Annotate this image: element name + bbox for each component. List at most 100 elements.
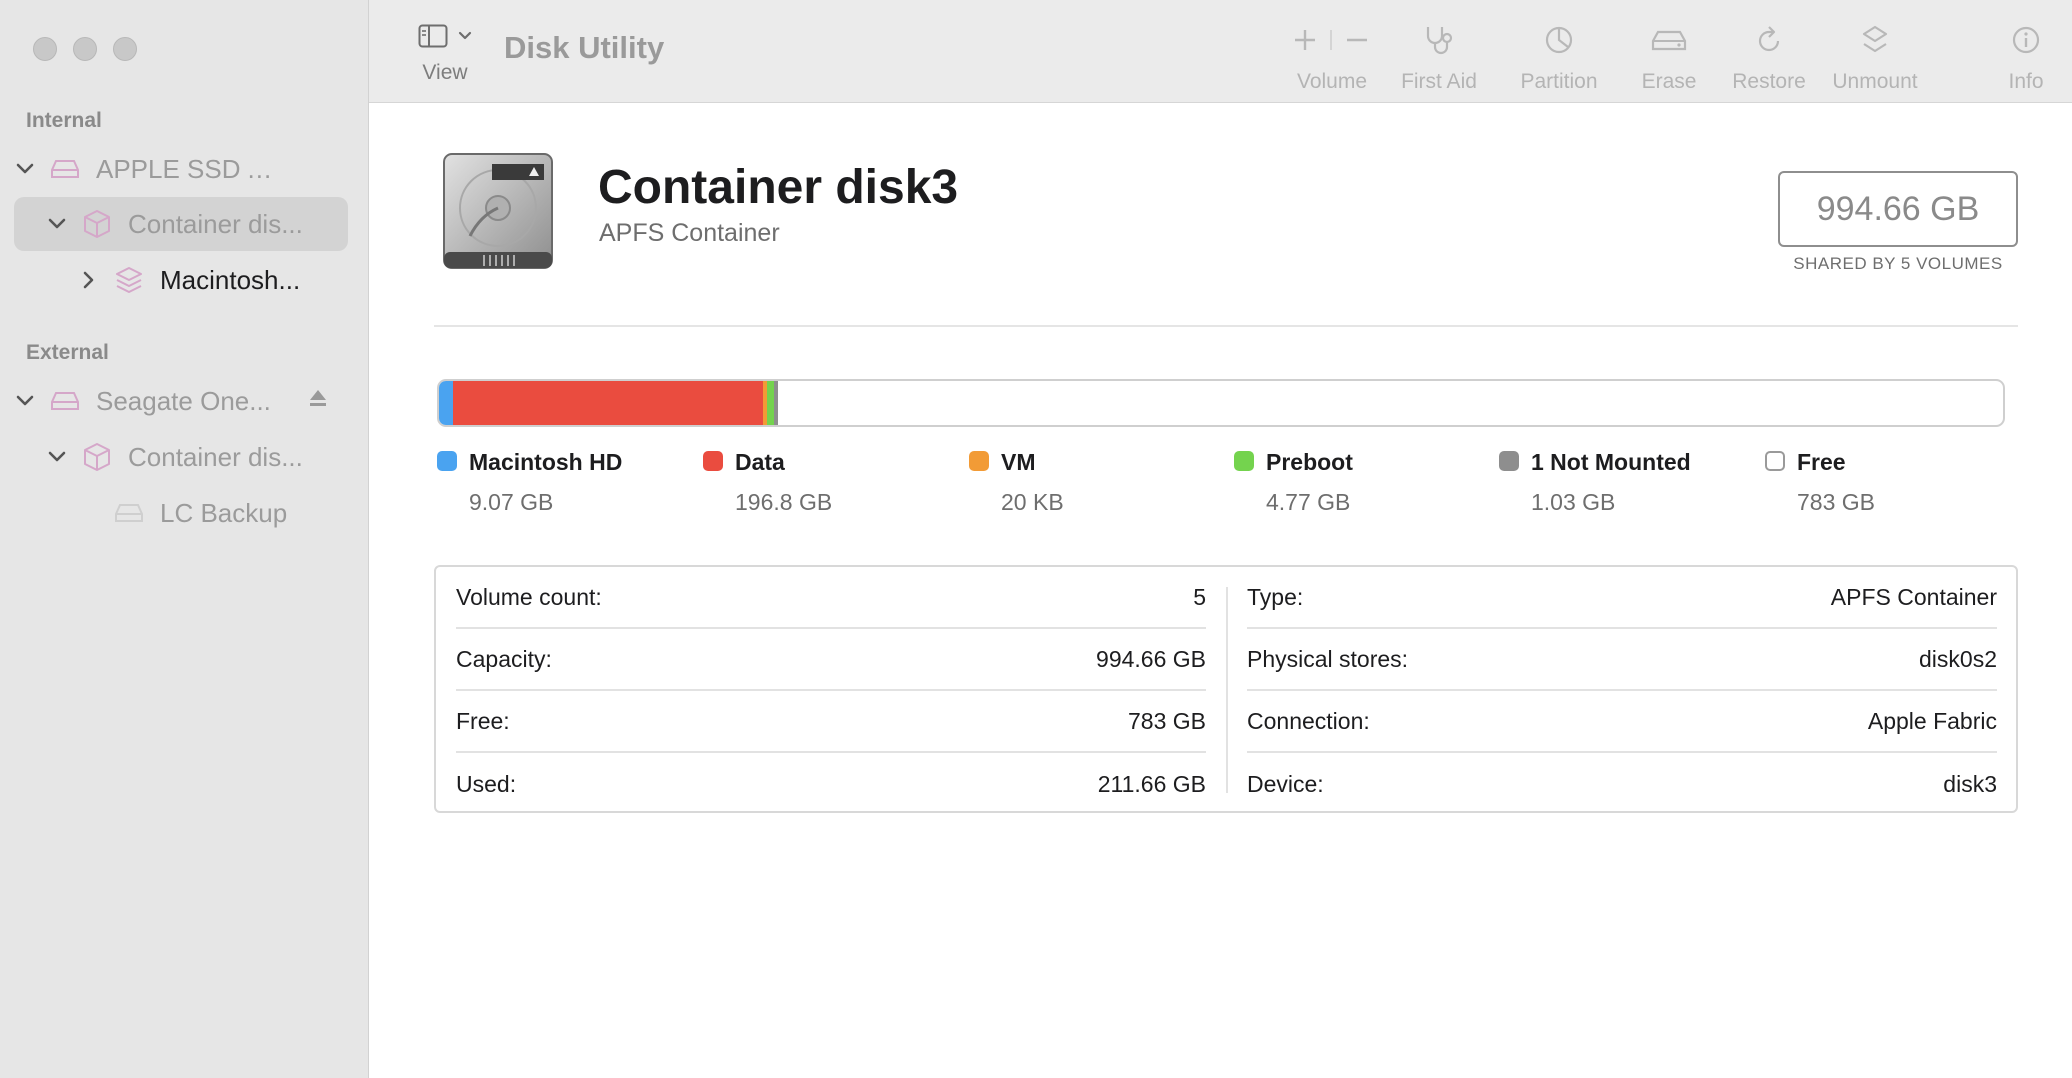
info-key: Type: xyxy=(1247,583,1304,610)
sidebar-item-label: Container dis... xyxy=(128,208,303,239)
partition-button[interactable]: Partition xyxy=(1509,22,1609,94)
legend-swatch xyxy=(1765,451,1785,471)
legend-value: 1.03 GB xyxy=(1531,489,1616,515)
usage-segment-1-not-mounted xyxy=(774,381,779,425)
info-icon xyxy=(1996,22,2056,58)
chevron-down-icon[interactable] xyxy=(46,213,68,235)
chevron-down-icon[interactable] xyxy=(14,390,36,412)
toolbar-button-label: Restore xyxy=(1732,70,1806,93)
info-table: Volume count: 5 Capacity: 994.66 GB Free… xyxy=(434,565,2018,813)
capacity-note: SHARED BY 5 VOLUMES xyxy=(1793,254,2003,273)
info-row-type: Type: APFS Container xyxy=(1247,567,1997,629)
first-aid-button[interactable]: First Aid xyxy=(1389,22,1489,94)
legend-swatch xyxy=(703,451,723,471)
toolbar-button-label: Partition xyxy=(1520,70,1598,93)
legend-value: 9.07 GB xyxy=(469,489,554,515)
restore-button[interactable]: Restore xyxy=(1719,22,1819,94)
info-key: Physical stores: xyxy=(1247,645,1409,672)
drive-icon xyxy=(48,386,82,416)
page-subtitle: APFS Container xyxy=(599,219,780,247)
drive-icon xyxy=(112,498,146,528)
page-title: Container disk3 xyxy=(598,161,959,214)
restore-icon xyxy=(1719,22,1819,58)
info-key: Capacity: xyxy=(456,645,552,672)
close-window-button[interactable] xyxy=(33,37,57,61)
pie-chart-icon xyxy=(1509,22,1609,58)
divider xyxy=(434,325,2018,327)
legend-value: 4.77 GB xyxy=(1266,489,1351,515)
info-value: disk0s2 xyxy=(1919,645,1997,672)
sidebar-item-lc-backup[interactable]: LC Backup xyxy=(14,486,348,540)
info-key: Free: xyxy=(456,707,510,734)
eraser-icon xyxy=(1624,22,1714,58)
usage-segment-macintosh-hd xyxy=(439,381,454,425)
section-label-external: External xyxy=(26,341,109,364)
sidebar-item-label: Seagate One... xyxy=(96,385,271,416)
info-key: Volume count: xyxy=(456,583,602,610)
sidebar-item-label: Container dis... xyxy=(128,441,303,472)
volume-button[interactable]: Volume xyxy=(1275,22,1389,94)
legend-swatch xyxy=(1234,451,1254,471)
drive-icon xyxy=(48,154,82,184)
info-row-volume-count: Volume count: 5 xyxy=(456,567,1206,629)
sidebar-item-seagate-one[interactable]: Seagate One... xyxy=(14,374,348,428)
legend-name: VM xyxy=(1001,449,1036,475)
chevron-down-icon[interactable] xyxy=(14,158,36,180)
legend-value: 20 KB xyxy=(1001,489,1064,515)
info-key: Device: xyxy=(1247,770,1324,797)
sidebar-item-label: APPLE SSD AP1... xyxy=(96,153,286,184)
info-value: APFS Container xyxy=(1830,583,1997,610)
info-row-capacity: Capacity: 994.66 GB xyxy=(456,629,1206,691)
info-value: 5 xyxy=(1193,583,1206,610)
info-row-physical-stores: Physical stores: disk0s2 xyxy=(1247,629,1997,691)
volume-stack-icon xyxy=(112,265,146,295)
legend-swatch xyxy=(1499,451,1519,471)
window-title: Disk Utility xyxy=(504,30,665,65)
usage-segment-data xyxy=(453,381,763,425)
legend-name: Free xyxy=(1797,449,1846,475)
section-label-internal: Internal xyxy=(26,109,102,132)
legend-value: 196.8 GB xyxy=(735,489,833,515)
info-button[interactable]: Info xyxy=(1996,22,2056,94)
info-value: disk3 xyxy=(1943,770,1997,797)
info-value: 994.66 GB xyxy=(1096,645,1206,672)
legend-name: Macintosh HD xyxy=(469,449,623,475)
sidebar-item-container-disk3[interactable]: Container dis... xyxy=(14,197,348,251)
sidebar-item-macintosh-hd[interactable]: Macintosh... xyxy=(14,253,348,307)
info-value: 783 GB xyxy=(1128,707,1206,734)
zoom-window-button[interactable] xyxy=(113,37,137,61)
toolbar-button-label: Volume xyxy=(1296,70,1368,93)
legend-name: 1 Not Mounted xyxy=(1531,449,1691,475)
column-divider xyxy=(1226,587,1228,793)
stethoscope-icon xyxy=(1389,22,1489,58)
legend-name: Preboot xyxy=(1266,449,1353,475)
info-key: Used: xyxy=(456,770,517,797)
legend-value: 783 GB xyxy=(1797,489,1875,515)
info-value: Apple Fabric xyxy=(1867,707,1997,734)
sidebar-item-container-external[interactable]: Container dis... xyxy=(14,430,348,484)
chevron-down-icon[interactable] xyxy=(46,446,68,468)
unmount-button[interactable]: Unmount xyxy=(1825,22,1925,94)
info-row-free: Free: 783 GB xyxy=(456,691,1206,753)
legend-name: Data xyxy=(735,449,785,475)
view-button[interactable]: View xyxy=(411,24,479,85)
info-row-device: Device: disk3 xyxy=(1247,753,1997,815)
sidebar: Internal APPLE SSD AP1... Container dis.… xyxy=(0,0,369,1078)
capacity-display: 994.66 GB xyxy=(1778,171,2018,247)
toolbar-button-label: First Aid xyxy=(1401,70,1477,93)
legend-swatch xyxy=(969,451,989,471)
erase-button[interactable]: Erase xyxy=(1624,22,1714,94)
eject-icon[interactable] xyxy=(308,388,328,413)
view-label: View xyxy=(422,61,468,84)
window-controls xyxy=(33,37,137,61)
toolbar-button-label: Erase xyxy=(1641,70,1697,93)
hard-disk-icon xyxy=(440,150,556,277)
container-icon xyxy=(80,209,114,239)
sidebar-item-apple-ssd[interactable]: APPLE SSD AP1... xyxy=(14,142,348,196)
minimize-window-button[interactable] xyxy=(73,37,97,61)
unmount-icon xyxy=(1825,22,1925,58)
info-row-used: Used: 211.66 GB xyxy=(456,753,1206,815)
chevron-right-icon[interactable] xyxy=(78,269,100,291)
sidebar-item-label: LC Backup xyxy=(160,497,288,528)
usage-bar xyxy=(437,379,2005,427)
